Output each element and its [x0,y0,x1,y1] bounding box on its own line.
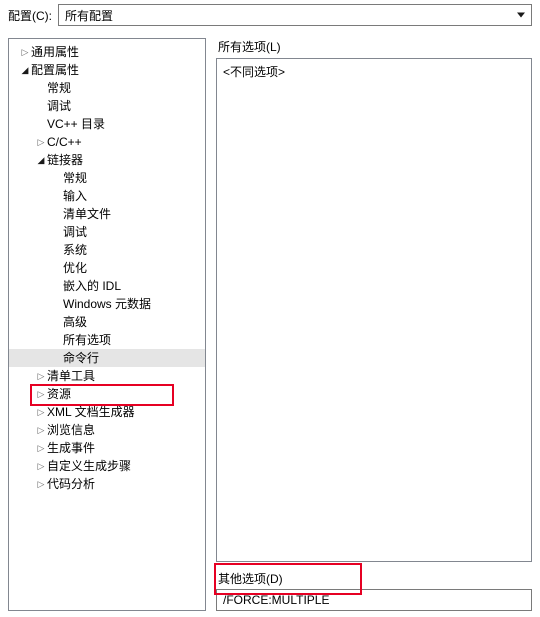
tree-label: 常规 [47,79,77,97]
tree-label: XML 文档生成器 [47,403,141,421]
tree-custom-build[interactable]: ▷ 自定义生成步骤 [9,457,205,475]
tree-vcpp-dir[interactable]: VC++ 目录 [9,115,205,133]
chevron-right-icon: ▷ [19,43,31,61]
tree-label: 通用属性 [31,43,85,61]
tree-label: 调试 [47,97,77,115]
tree-general[interactable]: 常规 [9,79,205,97]
chevron-right-icon: ▷ [35,439,47,457]
tree-panel: ▷ 通用属性 ◢ 配置属性 常规 调试 VC++ 目录 ▷ C/C++ [8,38,206,611]
tree-linker-idl[interactable]: 嵌入的 IDL [9,277,205,295]
chevron-right-icon: ▷ [35,457,47,475]
all-options-box[interactable]: <不同选项> [216,58,532,562]
other-options-value: /FORCE:MULTIPLE [223,593,329,607]
tree-linker-winmeta[interactable]: Windows 元数据 [9,295,205,313]
right-panel: 所有选项(L) <不同选项> 其他选项(D) /FORCE:MULTIPLE [206,32,540,617]
tree-linker-allopts[interactable]: 所有选项 [9,331,205,349]
tree-label: 配置属性 [31,61,85,79]
chevron-right-icon: ▷ [35,367,47,385]
tree-label: 嵌入的 IDL [63,277,127,295]
other-options-label: 其他选项(D) [218,570,532,587]
tree-label: 自定义生成步骤 [47,457,137,475]
tree-label: 资源 [47,385,77,403]
tree-xml-docgen[interactable]: ▷ XML 文档生成器 [9,403,205,421]
tree-label: 高级 [63,313,93,331]
config-label: 配置(C): [8,7,52,24]
tree-label: 链接器 [47,151,89,169]
chevron-right-icon: ▷ [35,385,47,403]
tree-label: VC++ 目录 [47,115,111,133]
tree-label: 调试 [63,223,93,241]
chevron-down-icon: ◢ [19,61,31,79]
tree-label: 代码分析 [47,475,101,493]
tree-browse-info[interactable]: ▷ 浏览信息 [9,421,205,439]
tree-label: 输入 [63,187,93,205]
tree-debug[interactable]: 调试 [9,97,205,115]
all-options-label: 所有选项(L) [218,38,532,55]
config-row: 配置(C): 所有配置 [0,0,540,32]
tree: ▷ 通用属性 ◢ 配置属性 常规 调试 VC++ 目录 ▷ C/C++ [9,39,205,497]
tree-linker-debug[interactable]: 调试 [9,223,205,241]
tree-common-properties[interactable]: ▷ 通用属性 [9,43,205,61]
all-options-value: <不同选项> [223,65,285,79]
tree-label: 优化 [63,259,93,277]
tree-label: 浏览信息 [47,421,101,439]
tree-config-properties[interactable]: ◢ 配置属性 [9,61,205,79]
chevron-right-icon: ▷ [35,475,47,493]
tree-label: 所有选项 [63,331,117,349]
config-select-value: 所有配置 [65,7,113,24]
tree-linker-input[interactable]: 输入 [9,187,205,205]
tree-ccpp[interactable]: ▷ C/C++ [9,133,205,151]
body-split: ▷ 通用属性 ◢ 配置属性 常规 调试 VC++ 目录 ▷ C/C++ [0,32,540,617]
tree-label: Windows 元数据 [63,295,157,313]
tree-linker-manifest[interactable]: 清单文件 [9,205,205,223]
tree-linker[interactable]: ◢ 链接器 [9,151,205,169]
tree-label: 生成事件 [47,439,101,457]
chevron-right-icon: ▷ [35,403,47,421]
tree-build-events[interactable]: ▷ 生成事件 [9,439,205,457]
chevron-right-icon: ▷ [35,133,47,151]
tree-label: 清单文件 [63,205,117,223]
chevron-right-icon: ▷ [35,421,47,439]
tree-linker-advanced[interactable]: 高级 [9,313,205,331]
tree-label: C/C++ [47,133,88,151]
tree-label: 命令行 [63,349,105,367]
tree-label: 系统 [63,241,93,259]
tree-linker-opt[interactable]: 优化 [9,259,205,277]
tree-manifest-tool[interactable]: ▷ 清单工具 [9,367,205,385]
tree-code-analysis[interactable]: ▷ 代码分析 [9,475,205,493]
tree-resources[interactable]: ▷ 资源 [9,385,205,403]
tree-linker-cmdline[interactable]: 命令行 [9,349,205,367]
config-select[interactable]: 所有配置 [58,4,532,26]
chevron-down-icon: ◢ [35,151,47,169]
tree-label: 常规 [63,169,93,187]
tree-label: 清单工具 [47,367,101,385]
other-options-input[interactable]: /FORCE:MULTIPLE [216,589,532,611]
tree-linker-general[interactable]: 常规 [9,169,205,187]
tree-linker-system[interactable]: 系统 [9,241,205,259]
